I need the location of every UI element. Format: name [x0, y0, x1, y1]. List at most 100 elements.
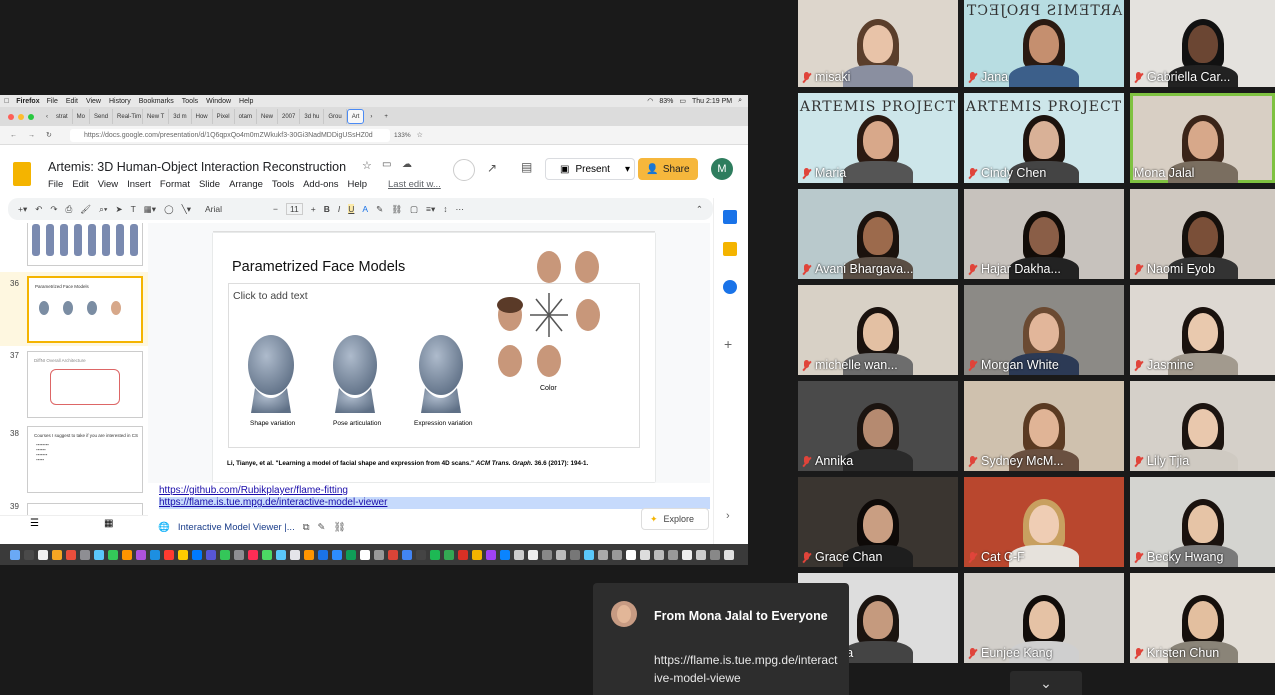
- undo-icon[interactable]: ↶: [35, 204, 42, 215]
- participant-video-tile[interactable]: ARTEMIS PROJECT Cindy Chen: [964, 93, 1124, 183]
- doc-menu-slide[interactable]: Slide: [199, 179, 220, 190]
- dock-app-icon[interactable]: [584, 549, 594, 560]
- grid-view-icon[interactable]: ▦: [104, 518, 113, 529]
- participant-video-tile[interactable]: Avani Bhargava...: [798, 189, 958, 279]
- tasks-icon[interactable]: [723, 280, 737, 294]
- add-comment-icon[interactable]: ▢: [410, 204, 418, 215]
- dock-app-icon[interactable]: [290, 549, 300, 560]
- participant-video-tile[interactable]: Kristen Chun: [1130, 573, 1275, 663]
- remove-link-icon[interactable]: ⛓: [333, 522, 345, 533]
- notes-link-flame[interactable]: https://flame.is.tue.mpg.de/interactive-…: [159, 497, 710, 509]
- document-title[interactable]: Artemis: 3D Human-Object Interaction Rec…: [48, 160, 346, 174]
- participant-video-tile[interactable]: Mona Jalal: [1130, 93, 1275, 183]
- browser-tab[interactable]: 3d m: [169, 109, 192, 124]
- menubar-item[interactable]: Window: [206, 98, 231, 105]
- dock-app-icon[interactable]: [528, 549, 538, 560]
- search-icon[interactable]: ⌕: [738, 97, 742, 105]
- slide-thumbnail-36[interactable]: Parametrized Face Models: [27, 276, 143, 343]
- dock-app-icon[interactable]: [626, 549, 636, 560]
- participant-video-tile[interactable]: misaki: [798, 0, 958, 87]
- browser-tab[interactable]: Pixel: [213, 109, 235, 124]
- dock-app-icon[interactable]: [500, 549, 510, 560]
- participant-video-tile[interactable]: ARTEMIS PROJECT Maria: [798, 93, 958, 183]
- slides-logo-icon[interactable]: [13, 162, 31, 186]
- battery-icon[interactable]: ▭: [679, 97, 686, 105]
- apple-icon[interactable]: : [4, 98, 9, 105]
- doc-menu-insert[interactable]: Insert: [127, 179, 151, 190]
- dock-app-icon[interactable]: [304, 549, 314, 560]
- comments-icon[interactable]: ▤: [521, 160, 532, 174]
- participant-video-tile[interactable]: Becky Hwang: [1130, 477, 1275, 567]
- print-icon[interactable]: ⎙: [65, 204, 72, 215]
- browser-tab[interactable]: Send: [90, 109, 114, 124]
- participant-video-tile[interactable]: Morgan White: [964, 285, 1124, 375]
- explore-button[interactable]: ✦ Explore: [641, 508, 709, 530]
- add-addon-icon[interactable]: +: [724, 336, 732, 352]
- chevron-down-icon[interactable]: ⌄: [1010, 671, 1082, 695]
- dock-app-icon[interactable]: [668, 549, 678, 560]
- cloud-status-icon[interactable]: ☁: [402, 159, 412, 170]
- line-spacing-icon[interactable]: ↕: [443, 204, 447, 214]
- dock-app-icon[interactable]: [402, 549, 412, 560]
- doc-menu-file[interactable]: File: [48, 179, 63, 190]
- account-avatar[interactable]: M: [711, 158, 733, 180]
- doc-menu-tools[interactable]: Tools: [272, 179, 294, 190]
- participant-video-tile[interactable]: Grace Chan: [798, 477, 958, 567]
- dock-app-icon[interactable]: [38, 549, 48, 560]
- align-icon[interactable]: ≡▾: [426, 204, 435, 215]
- zoom-icon[interactable]: ⌕▾: [99, 204, 107, 215]
- more-icon[interactable]: ⋯: [456, 204, 465, 215]
- participant-video-tile[interactable]: Cat C-F: [964, 477, 1124, 567]
- line-icon[interactable]: ╲▾: [182, 204, 191, 215]
- close-window-icon[interactable]: [8, 113, 14, 120]
- browser-tab[interactable]: otam: [235, 109, 257, 124]
- meet-icon[interactable]: [453, 159, 475, 181]
- browser-tab[interactable]: Real-Tim: [113, 109, 144, 124]
- browser-tab[interactable]: Art: [346, 109, 365, 124]
- back-icon[interactable]: ←: [10, 132, 17, 139]
- menubar-item[interactable]: History: [109, 98, 131, 105]
- keep-icon[interactable]: [723, 242, 737, 256]
- slide-thumbnail-35[interactable]: [27, 223, 143, 266]
- dock-app-icon[interactable]: [10, 549, 20, 560]
- dock-app-icon[interactable]: [80, 549, 90, 560]
- bookmark-star-icon[interactable]: ☆: [417, 131, 423, 139]
- slide-title[interactable]: Parametrized Face Models: [232, 259, 405, 275]
- dock-app-icon[interactable]: [94, 549, 104, 560]
- paint-format-icon[interactable]: 🖌: [80, 204, 91, 215]
- dock-app-icon[interactable]: [318, 549, 328, 560]
- text-box-icon[interactable]: T: [131, 204, 136, 214]
- dock-app-icon[interactable]: [598, 549, 608, 560]
- participant-video-tile[interactable]: michelle wan...: [798, 285, 958, 375]
- browser-tab[interactable]: New: [257, 109, 278, 124]
- italic-icon[interactable]: I: [338, 204, 340, 214]
- menubar-item[interactable]: Edit: [66, 98, 78, 105]
- new-slide-icon[interactable]: +▾: [18, 204, 27, 215]
- dock-app-icon[interactable]: [444, 549, 454, 560]
- doc-menu-view[interactable]: View: [98, 179, 118, 190]
- dock-app-icon[interactable]: [654, 549, 664, 560]
- dock-app-icon[interactable]: [542, 549, 552, 560]
- doc-menu-arrange[interactable]: Arrange: [229, 179, 263, 190]
- participant-video-tile[interactable]: Lily Tjia: [1130, 381, 1275, 471]
- dock-app-icon[interactable]: [710, 549, 720, 560]
- dock-app-icon[interactable]: [388, 549, 398, 560]
- browser-tab[interactable]: 3d hu: [300, 109, 325, 124]
- dock-app-icon[interactable]: [346, 549, 356, 560]
- menubar-app-name[interactable]: Firefox: [16, 98, 39, 105]
- font-size-increase-icon[interactable]: +: [311, 204, 316, 214]
- dock-app-icon[interactable]: [696, 549, 706, 560]
- new-tab-icon[interactable]: +: [378, 114, 394, 120]
- dock-app-icon[interactable]: [122, 549, 132, 560]
- shape-icon[interactable]: ◯: [164, 204, 174, 215]
- dock-app-icon[interactable]: [374, 549, 384, 560]
- text-color-icon[interactable]: A: [362, 204, 368, 214]
- current-slide[interactable]: Parametrized Face Models Click to add te…: [213, 233, 655, 482]
- dock-app-icon[interactable]: [556, 549, 566, 560]
- dock-app-icon[interactable]: [472, 549, 482, 560]
- dock-app-icon[interactable]: [248, 549, 258, 560]
- zoom-window-icon[interactable]: [28, 113, 34, 120]
- tab-scroll-right-icon[interactable]: ›: [364, 114, 378, 120]
- browser-tab[interactable]: Mo: [73, 109, 91, 124]
- browser-tab[interactable]: Grou: [324, 109, 347, 124]
